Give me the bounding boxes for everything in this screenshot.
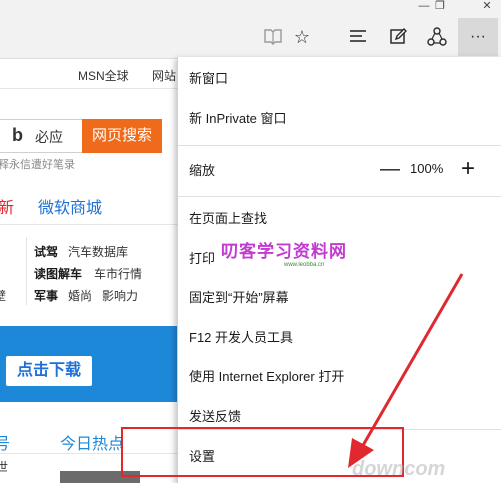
menu-item-zoom: 缩放 [189,163,216,178]
zoom-level: 100% [410,161,444,176]
section-left-tab[interactable]: 号 [0,430,10,454]
menu-item-feedback[interactable]: 发送反馈 [189,407,241,427]
nav-link-new[interactable]: 新 [0,194,14,218]
menu-item-find[interactable]: 在页面上查找 [189,209,267,229]
bottom-fragment: 世 [0,460,9,474]
download-button[interactable]: 点击下载 [6,356,92,386]
link-test-drive[interactable]: 试驾 [34,243,58,260]
web-note-icon[interactable] [387,26,409,48]
divider [0,224,178,225]
menu-item-open-ie[interactable]: 使用 Internet Explorer 打开 [189,367,344,387]
close-icon[interactable]: ✕ [475,0,499,14]
menu-item-new-window[interactable]: 新窗口 [189,69,228,89]
search-input[interactable]: b 必应 [0,119,86,153]
top-link-msn[interactable]: MSN全球 [78,67,129,84]
menu-item-pin-start[interactable]: 固定到“开始”屏幕 [189,288,289,308]
menu-item-f12-tools[interactable]: F12 开发人员工具 [189,328,293,348]
tab-today-hot[interactable]: 今日热点 [60,430,124,454]
web-page-content: MSN全球 网站 b 必应 网页搜索 释永信遭好笔录 新 微软商城 试驾 汽车数… [0,59,178,483]
menu-item-new-inprivate[interactable]: 新 InPrivate 窗口 [189,109,287,129]
hub-icon[interactable] [347,26,369,48]
bing-logo-icon: b [12,125,23,145]
search-hint[interactable]: 释永信遭好笔录 [0,156,75,172]
menu-separator [178,196,501,197]
top-link-web[interactable]: 网站 [152,67,176,84]
zoom-out-button[interactable]: — [380,159,400,180]
more-icon[interactable]: ··· [458,18,498,56]
link-wedding[interactable]: 婚尚 [68,287,92,304]
link-car-pics[interactable]: 读图解车 [34,265,82,282]
menu-separator [178,145,501,146]
favorite-star-icon[interactable]: ☆ [291,26,313,48]
link-car-market[interactable]: 车市行情 [94,265,142,282]
search-engine-label: 必应 [35,129,63,145]
restore-icon[interactable]: ❐ [428,0,452,14]
title-bar: — ❐ ✕ [0,0,501,18]
link-influence[interactable]: 影响力 [102,287,138,304]
web-search-button[interactable]: 网页搜索 [82,119,162,153]
bottom-watermark: downcom [352,458,446,480]
ad-banner[interactable]: 点击下载 [0,326,178,402]
browser-toolbar: ☆ ··· [0,18,501,59]
nav-link-store[interactable]: 微软商城 [38,194,102,218]
left-fragment: 壁 [0,289,7,303]
share-icon[interactable] [426,26,448,48]
link-car-db[interactable]: 汽车数据库 [68,243,128,260]
reading-view-icon[interactable] [262,26,284,48]
divider [26,237,27,305]
link-military[interactable]: 军事 [34,287,58,304]
zoom-in-button[interactable]: + [457,157,479,181]
menu-item-print[interactable]: 打印 [189,249,215,269]
watermark-url: www.leobba.cn [284,262,325,268]
divider [0,88,178,89]
watermark-text: 叨客学习资料网 [221,242,347,261]
